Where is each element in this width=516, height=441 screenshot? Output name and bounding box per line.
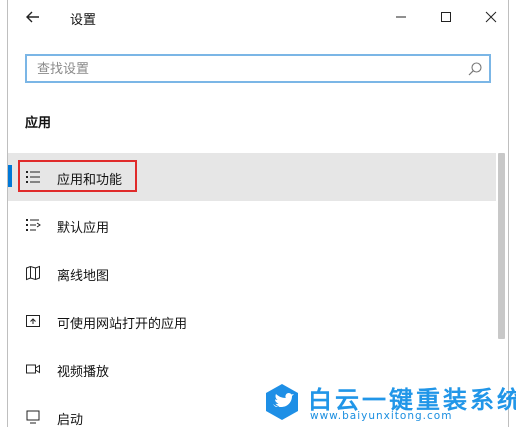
search-input[interactable]: [35, 59, 459, 80]
sidebar-item-offline-maps[interactable]: 离线地图: [8, 249, 496, 297]
active-indicator: [8, 165, 12, 187]
sidebar-item-default-apps[interactable]: 默认应用: [8, 201, 496, 249]
maximize-icon: [441, 12, 451, 22]
apps-for-websites-icon: [26, 315, 40, 327]
minimize-icon: [396, 16, 406, 18]
highlight-box: [18, 160, 137, 192]
bird-logo-icon: [266, 384, 298, 420]
settings-window: 设置 应用: [7, 0, 509, 428]
sidebar-item-label: 启动: [57, 413, 84, 428]
watermark-url: www.baiyunxitong.com: [310, 410, 453, 422]
search-box[interactable]: [25, 54, 491, 83]
title-bar: 设置: [8, 0, 508, 34]
close-icon: [485, 11, 497, 23]
sidebar-item-label: 离线地图: [57, 269, 110, 284]
startup-icon: [26, 410, 40, 424]
sidebar-item-apps-features[interactable]: 应用和功能: [8, 153, 496, 201]
default-apps-icon: [26, 219, 41, 231]
window-title: 设置: [70, 13, 97, 28]
close-button[interactable]: [478, 4, 504, 30]
back-button[interactable]: [22, 6, 44, 28]
maximize-button[interactable]: [433, 4, 459, 30]
section-heading: 应用: [25, 116, 52, 131]
sidebar-item-label: 视频播放: [57, 365, 110, 380]
sidebar-item-label: 可使用网站打开的应用: [57, 317, 188, 332]
offline-maps-icon: [26, 265, 40, 281]
sidebar-item-label: 默认应用: [57, 221, 110, 236]
back-arrow-icon: [26, 11, 39, 23]
video-playback-icon: [26, 364, 40, 374]
sidebar-item-apps-for-websites[interactable]: 可使用网站打开的应用: [8, 297, 496, 345]
watermark: 白云一键重装系统 www.baiyunxitong.com: [262, 380, 516, 427]
scrollbar[interactable]: [498, 153, 505, 339]
search-icon[interactable]: [467, 61, 483, 77]
minimize-button[interactable]: [388, 4, 414, 30]
